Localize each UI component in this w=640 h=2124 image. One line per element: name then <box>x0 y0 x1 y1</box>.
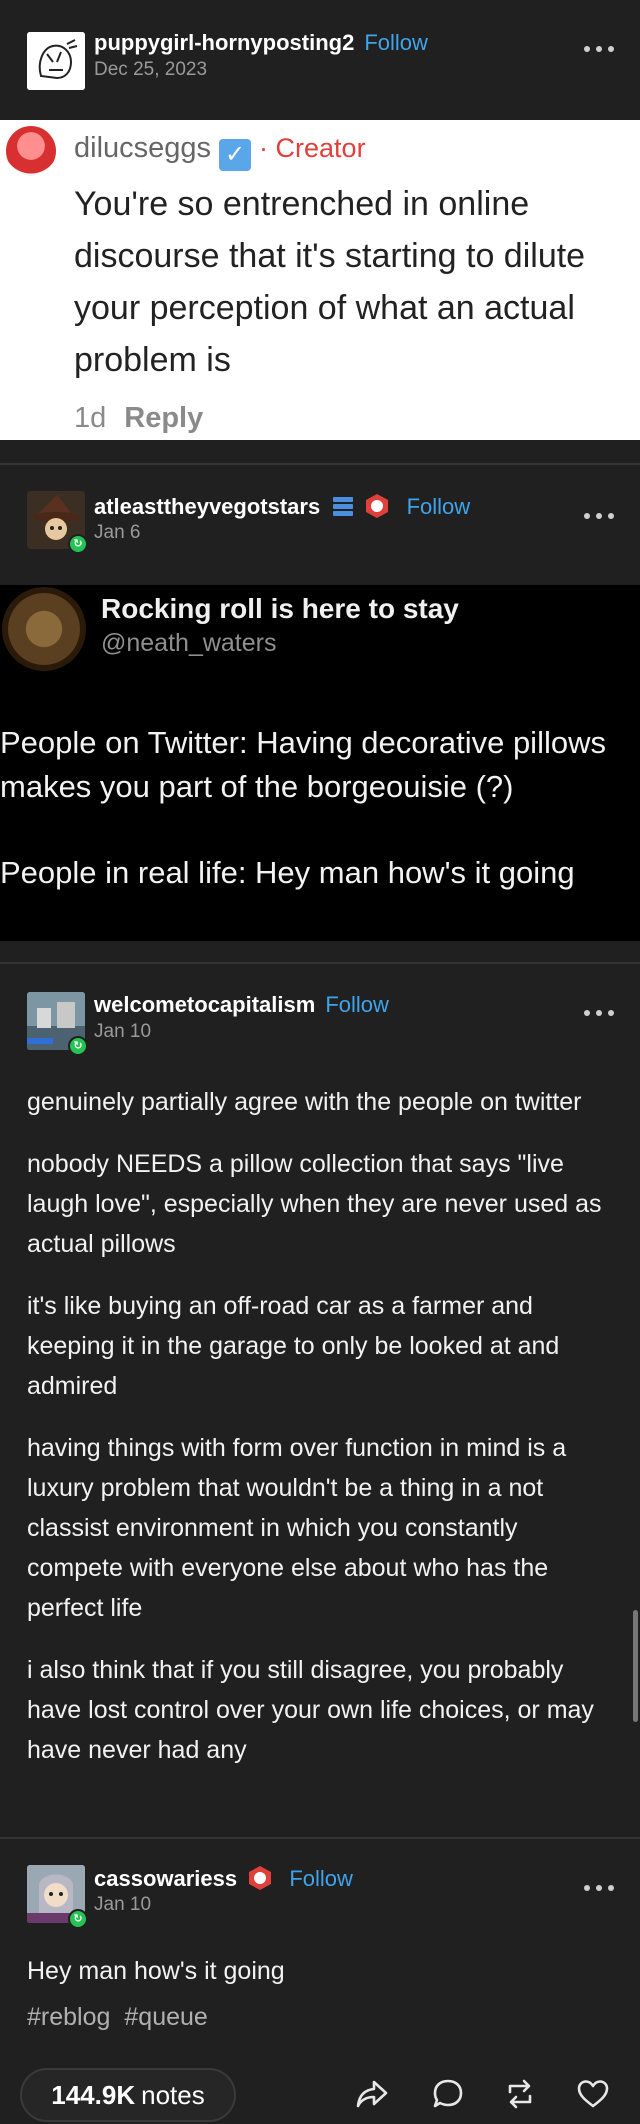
tweet-body: People on Twitter: Having decorative pil… <box>0 721 640 895</box>
post4-body: Hey man how's it going <box>27 1957 285 1985</box>
post2-more-icon[interactable] <box>584 513 614 523</box>
post2-header: ↻ atleasttheyvegotstars Follow Jan 6 <box>0 465 640 585</box>
sketch-avatar-icon <box>27 32 85 90</box>
post3-paragraph: genuinely partially agree with the peopl… <box>27 1088 582 1116</box>
post4-date[interactable]: Jan 10 <box>94 1894 151 1916</box>
reblog-badge-icon: ↻ <box>68 1036 88 1056</box>
hex-badge-icon <box>249 1866 272 1890</box>
post3-username-row: welcometocapitalism Follow <box>94 992 389 1018</box>
post2-username[interactable]: atleasttheyvegotstars <box>94 494 320 519</box>
comment-reply: Reply <box>124 402 204 434</box>
post2-screenshot-image: Rocking roll is here to stay @neath_wate… <box>0 585 640 941</box>
commenter-username: dilucseggs <box>74 132 212 164</box>
post1-follow-button[interactable]: Follow <box>364 30 428 55</box>
post1-username-row: puppygirl-hornyposting2 Follow <box>94 30 428 56</box>
post2-username-row: atleasttheyvegotstars Follow <box>94 493 470 520</box>
tweet-display-name: Rocking roll is here to stay <box>101 593 459 624</box>
post1-date[interactable]: Dec 25, 2023 <box>94 59 207 81</box>
verified-check-icon: ✓ <box>219 139 252 171</box>
post3-more-icon[interactable] <box>584 1010 614 1020</box>
post3-paragraph: having things with form over function in… <box>27 1434 567 1622</box>
post4-tags: #reblog #queue <box>27 2003 222 2032</box>
post3-paragraph: nobody NEEDS a pillow collection that sa… <box>27 1150 602 1258</box>
reblog-icon[interactable] <box>502 2076 538 2112</box>
share-icon[interactable] <box>354 2076 390 2112</box>
comment-age: 1d <box>74 402 107 434</box>
commenter-name-row: dilucseggs ✓ · Creator <box>74 132 366 171</box>
stack-badge-icon <box>333 497 354 516</box>
post4-more-icon[interactable] <box>584 1885 614 1895</box>
tweet-line-2: People in real life: Hey man how's it go… <box>0 855 575 890</box>
post1-screenshot-image: dilucseggs ✓ · Creator You're so entrenche… <box>0 120 640 440</box>
post-footer: 144.9K notes <box>0 2064 640 2124</box>
tweet-avatar <box>2 587 86 671</box>
tag-link[interactable]: #reblog <box>27 2003 110 2031</box>
post3-body: genuinely partially agree with the peopl… <box>27 1082 617 1792</box>
post3-paragraph: it's like buying an off-road car as a fa… <box>27 1292 560 1400</box>
post3-username[interactable]: welcometocapitalism <box>94 992 315 1017</box>
notes-button[interactable]: 144.9K notes <box>20 2068 236 2122</box>
creator-label: · Creator <box>259 133 366 163</box>
notes-label: notes <box>141 2080 205 2110</box>
scrollbar[interactable] <box>633 1610 638 1722</box>
post4-username[interactable]: cassowariess <box>94 1866 237 1891</box>
post3-follow-button[interactable]: Follow <box>325 992 389 1017</box>
post1-header: puppygirl-hornyposting2 Follow Dec 25, 20… <box>0 0 640 120</box>
post4-follow-button[interactable]: Follow <box>289 1866 353 1891</box>
like-heart-icon[interactable] <box>575 2076 611 2112</box>
tweet-line-1: People on Twitter: Having decorative pil… <box>0 725 606 804</box>
commenter-avatar <box>6 126 56 176</box>
post3: ↻ welcometocapitalism Follow Jan 10 genui… <box>0 964 640 1844</box>
tweet-handle: @neath_waters <box>101 629 277 657</box>
post1-avatar[interactable] <box>27 32 85 90</box>
comment-icon[interactable] <box>430 2076 466 2112</box>
post4: ↻ cassowariess Follow Jan 10 Hey man how… <box>0 1839 640 2064</box>
reblog-badge-icon: ↻ <box>68 1909 88 1929</box>
comment-meta: 1d Reply <box>74 402 203 435</box>
tag-link[interactable]: #queue <box>124 2003 207 2031</box>
post1-username[interactable]: puppygirl-hornyposting2 <box>94 30 354 55</box>
notes-count: 144.9K <box>51 2080 136 2110</box>
post4-username-row: cassowariess Follow <box>94 1865 353 1892</box>
post3-paragraph: i also think that if you still disagree,… <box>27 1656 594 1764</box>
post1-more-icon[interactable] <box>584 46 614 56</box>
post3-date[interactable]: Jan 10 <box>94 1021 151 1043</box>
hex-badge-icon <box>366 494 389 518</box>
post2-follow-button[interactable]: Follow <box>407 494 471 519</box>
reblog-badge-icon: ↻ <box>68 534 88 554</box>
post2-date[interactable]: Jan 6 <box>94 522 140 544</box>
comment-body: You're so entrenched in online discourse… <box>74 185 586 379</box>
